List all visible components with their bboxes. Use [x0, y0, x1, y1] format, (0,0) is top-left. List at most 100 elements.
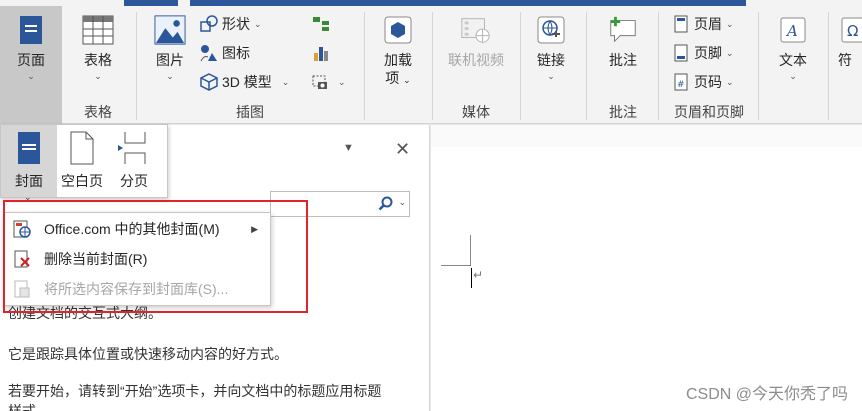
svg-text:A: A — [785, 22, 798, 40]
chevron-down-icon: ⌄ — [547, 71, 555, 81]
group-separator — [364, 12, 365, 120]
chevron-down-icon: ⌄ — [789, 71, 797, 81]
3d-models-label: 3D 模型 — [222, 74, 272, 90]
comment-icon — [607, 14, 639, 46]
chevron-down-icon: ⌄ — [726, 47, 734, 58]
close-icon[interactable]: ✕ — [395, 139, 410, 160]
page-number-label: 页码 — [694, 74, 722, 90]
group-label-media: 媒体 — [462, 104, 490, 120]
delete-cover-icon — [11, 249, 33, 269]
nav-pane-text: 若要开始，请转到“开始”选项卡，并向文档中的标题应用标题 — [8, 383, 382, 399]
text-cursor — [471, 268, 472, 288]
text-button[interactable]: A 文本 ⌄ — [768, 14, 818, 81]
save-selection-label: 将所选内容保存到封面库(S)... — [44, 281, 229, 297]
margin-marker — [470, 235, 471, 265]
blank-page-button[interactable]: 空白页 — [57, 125, 107, 197]
chevron-down-icon: ⌄ — [726, 76, 734, 87]
link-button[interactable]: 链接 ⌄ — [528, 14, 574, 81]
watermark: CSDN @今天你秃了吗 — [685, 386, 848, 403]
chart-button[interactable] — [312, 42, 334, 64]
office-covers-icon — [11, 219, 33, 239]
chart-icon — [312, 44, 330, 62]
nav-pane-text: 样式。 — [8, 403, 50, 411]
shapes-icon — [200, 15, 218, 33]
delete-cover-menu-item[interactable]: 删除当前封面(R) — [4, 245, 270, 273]
chevron-down-icon: ⌄ — [726, 18, 734, 29]
document-page[interactable] — [431, 147, 862, 411]
cube-icon — [200, 73, 218, 91]
addins-button[interactable]: 加载 项 ⌄ — [372, 14, 424, 88]
icons-label: 图标 — [222, 45, 250, 61]
group-label-header-footer: 页眉和页脚 — [674, 104, 744, 120]
group-separator — [136, 12, 137, 120]
more-covers-menu-item[interactable]: Office.com 中的其他封面(M) ▶ — [4, 215, 270, 243]
page-button-label: 页面 — [17, 52, 45, 68]
online-video-label: 联机视频 — [448, 52, 504, 68]
chevron-down-icon: ⌄ — [403, 75, 411, 85]
page-button[interactable]: 页面 ⌄ — [0, 6, 62, 124]
ribbon-insert: 页面 ⌄ 表格 ⌄ 图片 ⌄ 形状 ⌄ 图标 3D 模型 ⌄ ⌄ 加载 项 ⌄ … — [0, 6, 862, 124]
3d-models-button[interactable]: 3D 模型 ⌄ — [200, 71, 289, 93]
footer-label: 页脚 — [694, 45, 722, 61]
save-to-gallery-icon — [11, 279, 33, 299]
omega-icon: Ω — [838, 14, 862, 46]
footer-button[interactable]: 页脚 ⌄ — [672, 42, 734, 64]
svg-text:Ω: Ω — [847, 22, 858, 40]
group-separator — [828, 12, 829, 120]
group-label-illustrations: 插图 — [236, 104, 264, 120]
video-icon — [460, 14, 492, 46]
screenshot-icon — [312, 73, 330, 91]
nav-pane-text: 它是跟踪具体位置或快速移动内容的好方式。 — [8, 346, 288, 362]
group-separator — [520, 12, 521, 120]
footer-icon — [672, 44, 690, 62]
online-video-button[interactable]: 联机视频 — [440, 14, 512, 70]
more-covers-label: Office.com 中的其他封面(M) — [44, 221, 220, 237]
smartart-icon — [312, 15, 330, 33]
cover-page-button[interactable]: 封面 — [1, 125, 57, 197]
pane-options-icon[interactable]: ▼ — [343, 142, 354, 154]
text-label: 文本 — [779, 52, 807, 68]
icons-icon — [200, 44, 218, 62]
page-number-button[interactable]: # 页码 ⌄ — [672, 71, 734, 93]
link-icon — [535, 14, 567, 46]
table-button[interactable]: 表格 ⌄ — [72, 14, 124, 81]
search-icon[interactable] — [378, 196, 393, 214]
addins-label-line2: 项 — [385, 70, 400, 86]
group-label-tables: 表格 — [84, 104, 112, 120]
screenshot-button[interactable]: ⌄ — [312, 71, 346, 93]
search-input[interactable]: ⌄ — [270, 191, 410, 217]
header-button[interactable]: 页眉 ⌄ — [672, 13, 734, 35]
symbol-button[interactable]: Ω 符 — [838, 14, 862, 70]
blank-page-icon — [70, 131, 94, 165]
smartart-button[interactable] — [312, 13, 334, 35]
save-selection-menu-item[interactable]: 将所选内容保存到封面库(S)... — [4, 275, 270, 303]
cover-page-icon — [18, 132, 40, 164]
blank-page-label: 空白页 — [61, 173, 103, 189]
svg-text:#: # — [677, 80, 685, 90]
header-label: 页眉 — [694, 16, 722, 32]
nav-pane-text: 创建文档的交互式大纲。 — [8, 305, 162, 321]
addins-icon — [382, 14, 414, 46]
table-button-label: 表格 — [84, 52, 112, 68]
group-separator — [432, 12, 433, 120]
group-separator — [586, 12, 587, 120]
picture-button-label: 图片 — [156, 52, 184, 68]
comment-button[interactable]: 批注 — [596, 14, 650, 70]
group-separator — [658, 12, 659, 120]
comment-label: 批注 — [609, 52, 637, 68]
shapes-label: 形状 — [222, 16, 250, 32]
picture-icon — [154, 14, 186, 46]
chevron-down-icon: ⌄ — [27, 71, 35, 81]
chevron-down-icon[interactable]: ⌄ — [398, 197, 406, 208]
textbox-icon: A — [777, 14, 809, 46]
margin-marker — [441, 265, 471, 266]
table-icon — [82, 14, 114, 46]
cover-label: 封面 — [15, 173, 43, 189]
picture-button[interactable]: 图片 ⌄ — [148, 14, 192, 81]
chevron-down-icon: ⌄ — [166, 71, 174, 81]
chevron-down-icon: ⌄ — [254, 18, 262, 29]
page-break-button[interactable]: 分页 — [109, 125, 159, 197]
shapes-button[interactable]: 形状 ⌄ — [200, 13, 262, 35]
icons-button[interactable]: 图标 — [200, 42, 250, 64]
page-dropdown: 封面 空白页 分页 — [0, 124, 168, 198]
